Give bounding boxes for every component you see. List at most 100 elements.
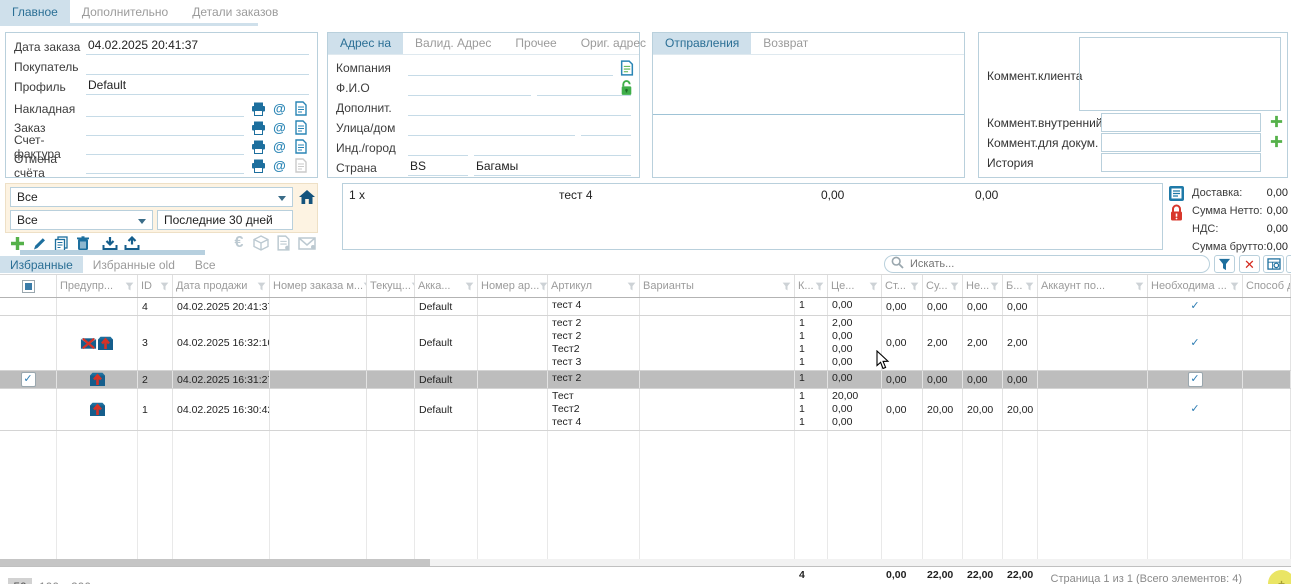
type-filter-select[interactable]: Все (10, 210, 153, 230)
column-header[interactable]: К... (795, 275, 828, 297)
order-items-box[interactable]: 1 x тест 4 0,00 0,00 (342, 183, 1163, 250)
check-icon: ✓ (1190, 404, 1199, 415)
tab-returns[interactable]: Возврат (751, 33, 820, 54)
print-icon[interactable] (250, 120, 267, 136)
client-comment-textarea[interactable] (1079, 37, 1281, 111)
column-header[interactable]: Номер ар... (478, 275, 548, 297)
clear-filter-icon[interactable]: ✕ (1239, 255, 1260, 273)
search-box[interactable] (884, 255, 1210, 273)
print-icon[interactable] (250, 139, 267, 155)
tab-address-other[interactable]: Прочее (503, 33, 568, 54)
page-size-50[interactable]: 50 (8, 578, 32, 584)
filter-icon[interactable] (1214, 255, 1235, 273)
tab-valid-address[interactable]: Валид. Адрес (403, 33, 503, 54)
copy-document-icon[interactable] (618, 60, 635, 76)
docs-comment-input[interactable] (1101, 133, 1261, 152)
delivery-total-value: 0,00 (1248, 187, 1288, 199)
last-name-field[interactable] (537, 79, 631, 96)
city-field[interactable] (474, 139, 631, 156)
plus-icon[interactable] (1268, 113, 1285, 129)
document-icon[interactable] (292, 139, 309, 155)
document-icon[interactable] (292, 101, 309, 117)
history-input[interactable] (1101, 153, 1261, 172)
column-header[interactable]: Предупр... (57, 275, 138, 297)
order-date-field[interactable]: 04.02.2025 20:41:37 (86, 38, 309, 55)
column-header[interactable]: Текущ... (367, 275, 415, 297)
column-header[interactable]: Способ доставк (1243, 275, 1291, 297)
address-panel: Адрес на Валид. Адрес Прочее Ориг. адрес… (327, 32, 640, 178)
column-header[interactable]: ID (138, 275, 173, 297)
house-field[interactable] (581, 119, 631, 136)
additional-label: Дополнит. (336, 101, 408, 115)
tab-all[interactable]: Все (185, 256, 226, 273)
column-header[interactable]: Акка... (415, 275, 478, 297)
tab-order-details[interactable]: Детали заказов (180, 0, 290, 26)
tab-address-to[interactable]: Адрес на (328, 33, 403, 54)
tab-shipments[interactable]: Отправления (653, 33, 751, 54)
page-size-100[interactable]: 100 (36, 578, 62, 584)
print-icon[interactable] (250, 101, 267, 117)
tab-favorites-old[interactable]: Избранные old (83, 256, 185, 273)
buyer-field[interactable] (86, 58, 309, 75)
profile-field[interactable]: Default (86, 78, 309, 95)
email-icon[interactable]: @ (271, 158, 288, 174)
country-name-field[interactable]: Багамы (474, 159, 631, 176)
column-header[interactable]: Б... (1003, 275, 1038, 297)
document-icon[interactable] (292, 120, 309, 136)
first-name-field[interactable] (408, 79, 531, 96)
country-code-field[interactable]: BS (408, 159, 468, 176)
column-header[interactable]: Варианты (640, 275, 795, 297)
column-header[interactable]: Аккаунт по... (1038, 275, 1148, 297)
column-header[interactable]: Не... (963, 275, 1003, 297)
netto-total-value: 0,00 (1248, 205, 1288, 217)
page-size-200[interactable]: 200 (68, 578, 94, 584)
column-header[interactable]: Необходима ... (1148, 275, 1243, 297)
column-header[interactable]: Ст... (882, 275, 923, 297)
plus-icon[interactable] (1268, 133, 1285, 149)
additional-field[interactable] (408, 99, 631, 116)
print-icon[interactable] (250, 158, 267, 174)
horizontal-scrollbar[interactable] (0, 559, 430, 566)
tab-favorites[interactable]: Избранные (0, 256, 83, 273)
period-input[interactable]: Последние 30 дней (157, 210, 293, 230)
select-all-checkbox[interactable] (22, 280, 35, 293)
profile-label: Профиль (14, 80, 86, 94)
column-header[interactable]: Су... (923, 275, 963, 297)
company-field[interactable] (408, 59, 613, 76)
mouse-cursor (876, 350, 890, 373)
panel-scrollbar[interactable] (20, 250, 205, 255)
table-row[interactable]: 304.02.2025 16:32:10Defaultтест 2тест 2Т… (0, 316, 1291, 371)
green-lock-icon[interactable] (618, 80, 635, 96)
invoice-list-icon[interactable] (1168, 185, 1185, 201)
tab-additional[interactable]: Дополнительно (70, 0, 180, 26)
cancel-invoice-field[interactable] (86, 157, 244, 174)
email-icon[interactable]: @ (271, 120, 288, 136)
table-row[interactable]: ✓204.02.2025 16:31:27Defaultтест 210,000… (0, 371, 1291, 389)
more-icon[interactable]: ⋮ (1286, 255, 1291, 273)
search-input[interactable] (908, 257, 1203, 271)
check-icon: ✓ (1190, 301, 1199, 312)
comments-panel: Коммент.клиента Коммент.внутренний Комме… (978, 32, 1288, 178)
street-field[interactable] (408, 119, 575, 136)
tab-main[interactable]: Главное (0, 0, 70, 26)
row-checkbox[interactable]: ✓ (21, 372, 36, 387)
waybill-field[interactable] (86, 100, 244, 117)
email-icon[interactable]: @ (271, 139, 288, 155)
status-filter-select[interactable]: Все (10, 187, 293, 207)
red-lock-icon[interactable] (1168, 205, 1185, 221)
column-header[interactable]: Номер заказа м... (270, 275, 367, 297)
home-icon[interactable] (297, 187, 317, 207)
email-icon[interactable]: @ (271, 101, 288, 117)
internal-comment-input[interactable] (1101, 113, 1261, 132)
order-doc-field[interactable] (86, 119, 244, 136)
table-row[interactable]: 404.02.2025 20:41:37Defaultтест 410,000,… (0, 298, 1291, 316)
column-header[interactable]: Дата продажи (173, 275, 270, 297)
invoice-field[interactable] (86, 138, 244, 155)
zip-field[interactable] (408, 139, 468, 156)
column-header[interactable]: Це... (828, 275, 882, 297)
grid-search-icon[interactable] (1263, 255, 1284, 273)
country-label: Страна (336, 161, 408, 175)
column-header[interactable]: Артикул (548, 275, 640, 297)
tab-orig-address[interactable]: Ориг. адрес (569, 33, 658, 54)
table-row[interactable]: 104.02.2025 16:30:42DefaultТестТест2тест… (0, 389, 1291, 431)
